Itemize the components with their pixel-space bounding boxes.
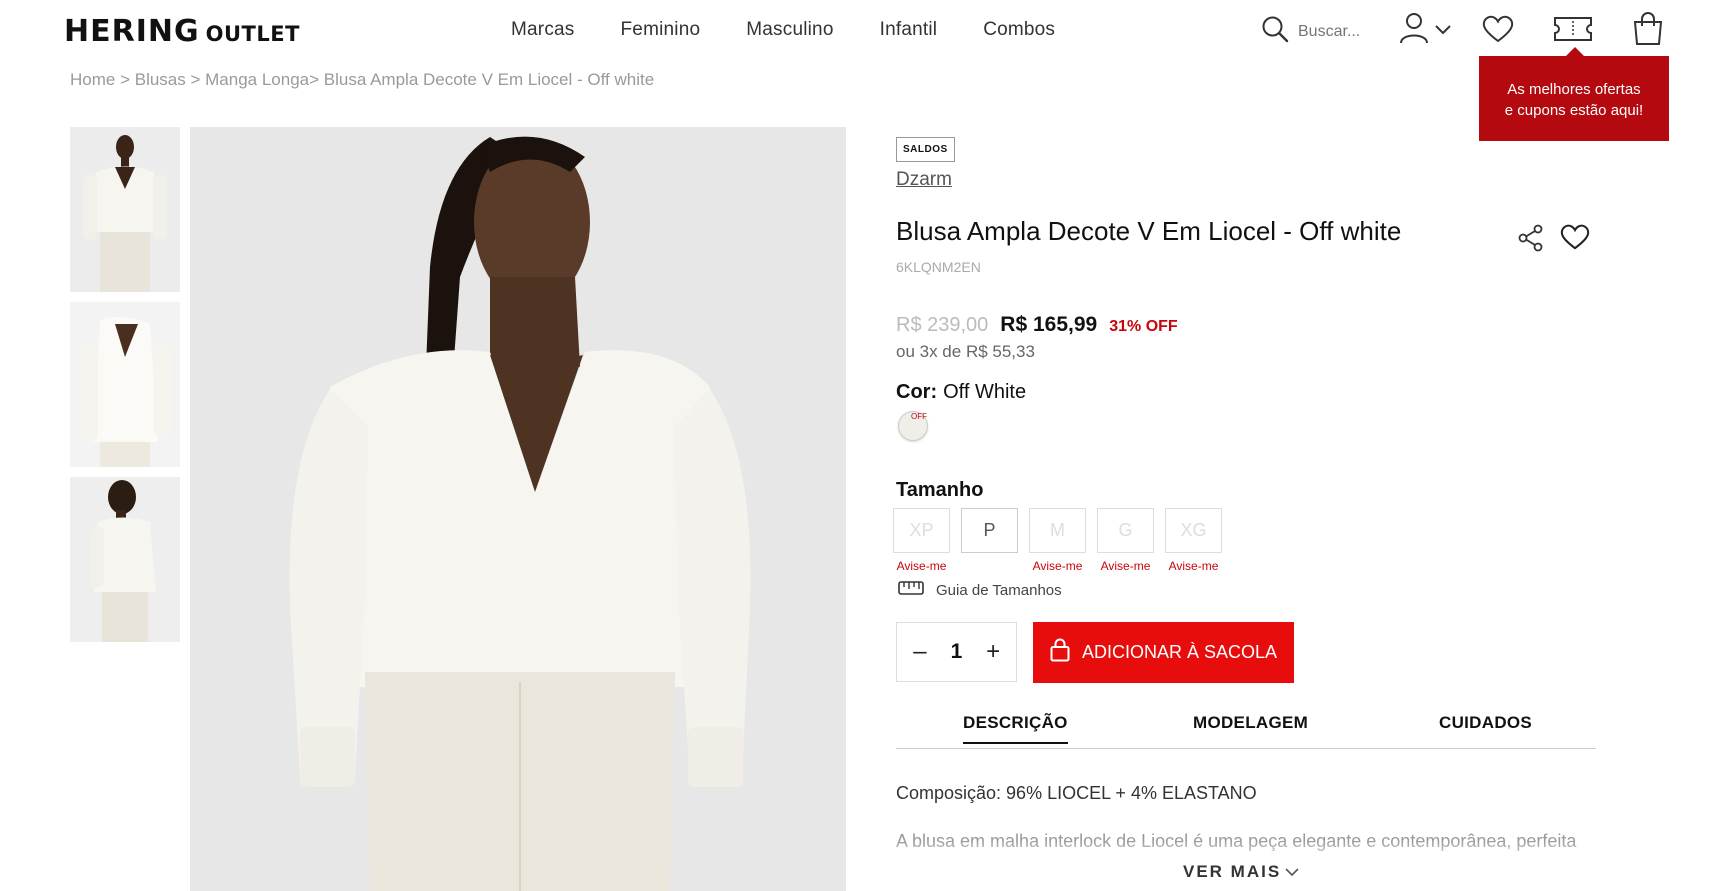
heart-icon: [1482, 15, 1514, 48]
breadcrumb-home[interactable]: Home: [70, 70, 115, 89]
logo[interactable]: HERING OUTLET: [64, 14, 300, 49]
quantity-decrease-button[interactable]: –: [905, 638, 935, 666]
breadcrumb-current: Blusa Ampla Decote V Em Liocel - Off whi…: [323, 70, 655, 89]
swatch-label: OFF: [911, 412, 927, 421]
size-option-xg: XG Avise-me: [1165, 508, 1222, 573]
nav-item-masculino[interactable]: Masculino: [746, 19, 833, 41]
add-to-bag-label: ADICIONAR À SACOLA: [1081, 642, 1278, 662]
coupons-tooltip[interactable]: As melhores ofertas e cupons estão aqui!: [1479, 47, 1669, 141]
site-header: HERING OUTLET Marcas Feminino Masculino …: [0, 0, 1712, 62]
notify-me-link[interactable]: Avise-me: [897, 559, 947, 573]
current-price: R$ 165,99: [1000, 313, 1098, 336]
user-icon: [1399, 12, 1429, 49]
product-brand-link[interactable]: Dzarm: [896, 169, 952, 191]
breadcrumb-manga-longa[interactable]: Manga Longa: [205, 70, 309, 89]
tooltip-line-1: As melhores ofertas: [1507, 81, 1641, 98]
bag-button[interactable]: [1632, 12, 1664, 51]
size-guide-link[interactable]: Guia de Tamanhos: [898, 581, 1062, 599]
notify-me-link[interactable]: Avise-me: [1169, 559, 1219, 573]
product-title: Blusa Ampla Decote V Em Liocel - Off whi…: [896, 216, 1402, 246]
ticket-icon: [1553, 16, 1593, 47]
add-to-bag-button[interactable]: ADICIONAR À SACOLA: [1033, 622, 1294, 683]
quantity-value[interactable]: 1: [951, 640, 963, 664]
search-box[interactable]: [1261, 15, 1378, 48]
old-price: R$ 239,00: [896, 314, 989, 336]
notify-me-link[interactable]: Avise-me: [1033, 559, 1083, 573]
size-button-xg[interactable]: XG: [1165, 508, 1222, 553]
nav-item-feminino[interactable]: Feminino: [621, 19, 701, 41]
size-option-g: G Avise-me: [1097, 508, 1154, 573]
breadcrumb-separator: >: [309, 70, 324, 89]
size-guide-label: Guia de Tamanhos: [936, 581, 1062, 599]
size-button-g[interactable]: G: [1097, 508, 1154, 553]
breadcrumb: Home > Blusas > Manga Longa> Blusa Ampla…: [70, 70, 654, 90]
product-thumbnail-side[interactable]: [70, 302, 180, 467]
chevron-down-icon: [1285, 862, 1299, 882]
color-swatch-off-white[interactable]: OFF: [898, 411, 928, 441]
breadcrumb-separator: >: [115, 70, 135, 89]
search-input[interactable]: [1298, 22, 1378, 41]
see-more-button[interactable]: VER MAIS: [1183, 862, 1299, 882]
product-main-image[interactable]: [190, 127, 846, 891]
color-row: Cor: Off White: [896, 381, 1026, 404]
composition-text: Composição: 96% LIOCEL + 4% ELASTANO: [896, 783, 1257, 803]
size-button-p[interactable]: P: [961, 508, 1018, 553]
tab-descricao[interactable]: DESCRIÇÃO: [963, 713, 1068, 744]
size-button-xp[interactable]: XP: [893, 508, 950, 553]
tab-modelagem[interactable]: MODELAGEM: [1193, 713, 1308, 742]
size-option-m: M Avise-me: [1029, 508, 1086, 573]
product-thumbnail-front[interactable]: [70, 127, 180, 292]
installments-text: ou 3x de R$ 55,33: [896, 342, 1035, 361]
nav-item-combos[interactable]: Combos: [983, 19, 1055, 41]
discount-label: 31% OFF: [1109, 318, 1178, 335]
notify-me-link[interactable]: Avise-me: [1101, 559, 1151, 573]
tooltip-line-2: e cupons estão aqui!: [1504, 102, 1644, 119]
size-option-p: P: [961, 508, 1018, 573]
chevron-down-icon: [1435, 22, 1451, 40]
nav-item-marcas[interactable]: Marcas: [511, 19, 575, 41]
breadcrumb-separator: >: [185, 70, 206, 89]
quantity-increase-button[interactable]: +: [978, 638, 1008, 666]
lock-bag-icon: [1050, 638, 1070, 667]
sale-badge: SALDOS: [896, 137, 955, 162]
coupons-button[interactable]: [1553, 16, 1593, 47]
product-tabs: DESCRIÇÃO MODELAGEM CUIDADOS: [896, 713, 1596, 749]
main-nav: Marcas Feminino Masculino Infantil Combo…: [511, 19, 1055, 41]
search-icon[interactable]: [1261, 15, 1289, 48]
price-block: R$ 239,00 R$ 165,99 31% OFF: [896, 313, 1178, 337]
share-icon[interactable]: [1518, 224, 1544, 257]
size-selector: XP Avise-me P M Avise-me G Avise-me XG A…: [893, 508, 1222, 573]
product-sku: 6KLQNM2EN: [896, 259, 981, 275]
wishlist-button[interactable]: [1482, 15, 1514, 48]
shopping-bag-icon: [1632, 12, 1664, 51]
size-label: Tamanho: [896, 479, 984, 501]
size-button-m[interactable]: M: [1029, 508, 1086, 553]
logo-suffix: OUTLET: [205, 22, 300, 46]
logo-brand: HERING: [64, 14, 200, 49]
size-option-xp: XP Avise-me: [893, 508, 950, 573]
breadcrumb-blusas[interactable]: Blusas: [135, 70, 186, 89]
tab-cuidados[interactable]: CUIDADOS: [1439, 713, 1532, 742]
quantity-stepper: – 1 +: [896, 622, 1017, 682]
color-value: Off White: [943, 381, 1027, 403]
account-menu[interactable]: [1399, 12, 1451, 49]
color-label: Cor:: [896, 381, 938, 403]
favorite-heart-icon[interactable]: [1560, 224, 1590, 255]
see-more-label: VER MAIS: [1183, 862, 1282, 881]
nav-item-infantil[interactable]: Infantil: [880, 19, 938, 41]
ruler-icon: [898, 581, 924, 599]
product-thumbnail-back[interactable]: [70, 477, 180, 642]
